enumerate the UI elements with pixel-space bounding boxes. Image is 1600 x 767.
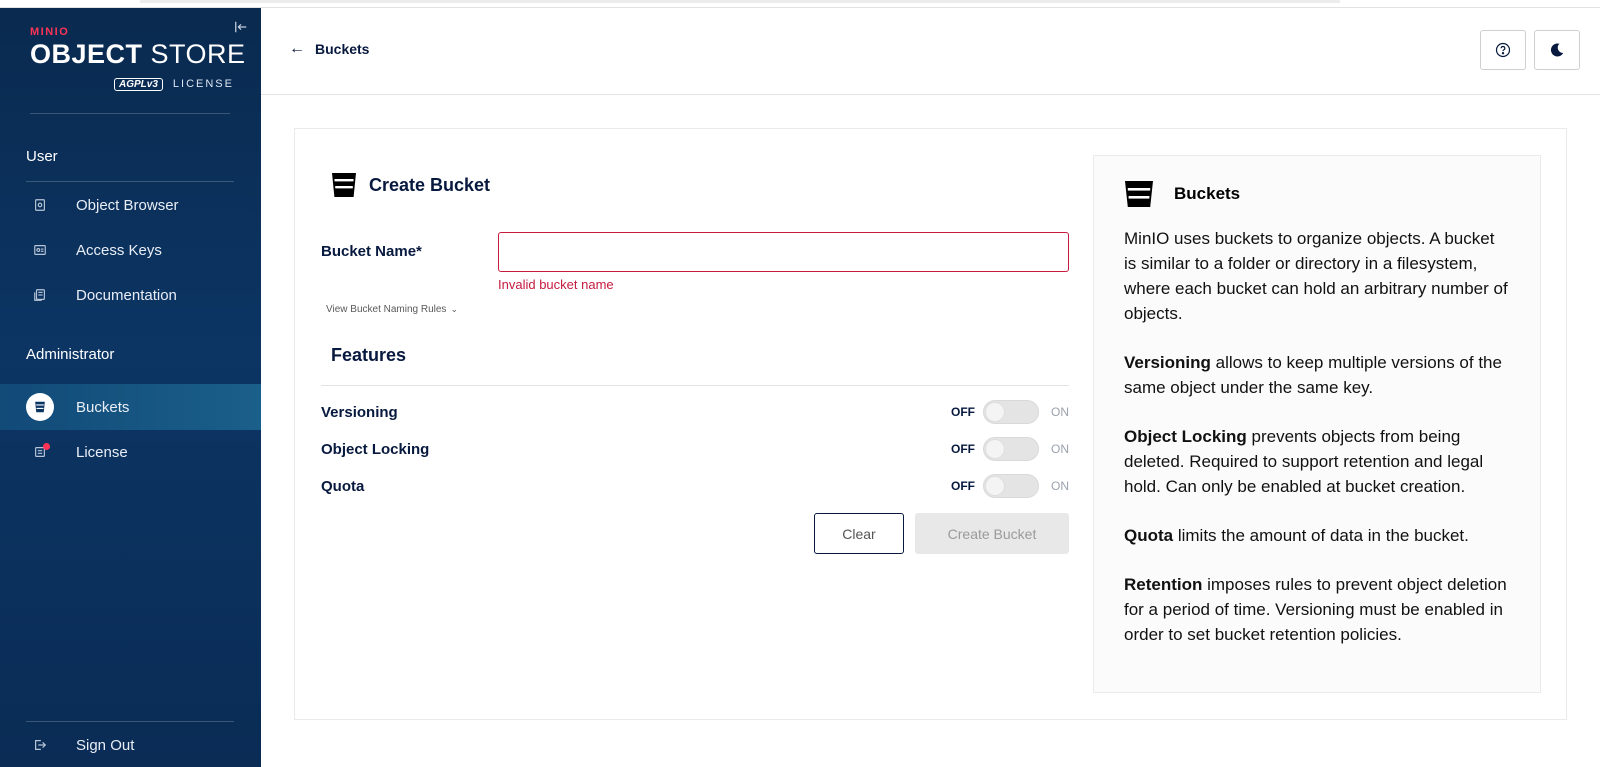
feature-name: Quota bbox=[321, 477, 365, 495]
dark-mode-button[interactable] bbox=[1534, 30, 1580, 70]
help-versioning: Versioning allows to keep multiple versi… bbox=[1124, 350, 1510, 400]
help-button[interactable] bbox=[1480, 30, 1526, 70]
documentation-icon bbox=[26, 281, 54, 309]
help-title: Buckets bbox=[1124, 176, 1510, 212]
sidebar-item-label: Object Browser bbox=[76, 196, 179, 214]
moon-icon bbox=[1550, 43, 1564, 57]
help-term: Quota bbox=[1124, 526, 1174, 545]
feature-row-object-locking: Object Locking OFF ON bbox=[321, 434, 1069, 464]
sidebar-item-documentation[interactable]: Documentation bbox=[0, 272, 261, 318]
notification-dot bbox=[43, 443, 50, 450]
help-term: Retention bbox=[1124, 575, 1203, 594]
sign-out-icon bbox=[26, 731, 54, 759]
toggle-track bbox=[983, 400, 1039, 424]
bucket-icon bbox=[1125, 181, 1153, 207]
quota-toggle[interactable]: OFF ON bbox=[951, 474, 1069, 498]
clear-button[interactable]: Clear bbox=[814, 513, 904, 554]
toggle-off-label: OFF bbox=[951, 442, 975, 456]
chevron-down-icon: ⌄ bbox=[450, 304, 458, 314]
bucket-name-label: Bucket Name* bbox=[321, 243, 422, 260]
browser-top-strip bbox=[0, 0, 1600, 8]
view-naming-rules-toggle[interactable]: View Bucket Naming Rules ⌄ bbox=[326, 304, 458, 315]
sidebar-item-label: Buckets bbox=[76, 398, 130, 416]
access-keys-icon bbox=[26, 236, 54, 264]
back-arrow-icon: ← bbox=[289, 40, 305, 57]
sidebar-section-user: User bbox=[26, 148, 58, 165]
toggle-on-label: ON bbox=[1051, 442, 1069, 456]
feature-row-quota: Quota OFF ON bbox=[321, 471, 1069, 501]
bucket-icon bbox=[332, 173, 356, 197]
help-intro: MinIO uses buckets to organize objects. … bbox=[1124, 229, 1508, 323]
toggle-knob bbox=[985, 402, 1005, 422]
object-browser-icon bbox=[26, 191, 54, 219]
toggle-track bbox=[983, 437, 1039, 461]
sidebar: MINIO OBJECT STORE AGPLv3 LICENSE User Ob… bbox=[0, 8, 261, 767]
help-title-text: Buckets bbox=[1174, 184, 1241, 203]
back-to-buckets-link[interactable]: ← Buckets bbox=[289, 40, 369, 58]
brand-store-light: STORE bbox=[142, 39, 246, 69]
toggle-knob bbox=[985, 439, 1005, 459]
help-text: limits the amount of data in the bucket. bbox=[1173, 526, 1469, 545]
toggle-knob bbox=[985, 476, 1005, 496]
bucket-name-input[interactable] bbox=[498, 232, 1069, 272]
help-term: Object Locking bbox=[1124, 427, 1247, 446]
sidebar-item-label: Access Keys bbox=[76, 241, 162, 259]
feature-name: Object Locking bbox=[321, 440, 430, 458]
help-quota: Quota limits the amount of data in the b… bbox=[1124, 523, 1510, 548]
object-locking-toggle[interactable]: OFF ON bbox=[951, 437, 1069, 461]
help-retention: Retention imposes rules to prevent objec… bbox=[1124, 572, 1510, 647]
naming-rules-label: View Bucket Naming Rules bbox=[326, 304, 447, 315]
help-icon bbox=[1495, 42, 1511, 58]
brand-store-bold: OBJECT bbox=[30, 39, 143, 69]
collapse-sidebar-icon[interactable] bbox=[234, 20, 250, 36]
brand-minio: MINIO bbox=[30, 26, 70, 38]
brand-object-store: OBJECT STORE bbox=[30, 39, 245, 69]
toggle-track bbox=[983, 474, 1039, 498]
sidebar-divider bbox=[30, 113, 230, 114]
toggle-on-label: ON bbox=[1051, 405, 1069, 419]
features-divider bbox=[321, 385, 1069, 386]
sidebar-item-label: Documentation bbox=[76, 286, 177, 304]
sidebar-item-buckets[interactable]: Buckets bbox=[0, 384, 261, 430]
create-bucket-button[interactable]: Create Bucket bbox=[915, 513, 1069, 554]
sidebar-item-license[interactable]: License bbox=[0, 429, 261, 475]
page-header: ← Buckets bbox=[261, 8, 1600, 95]
features-title: Features bbox=[331, 345, 407, 365]
bucket-name-error: Invalid bucket name bbox=[498, 277, 614, 292]
bucket-icon bbox=[26, 393, 54, 421]
sign-out-label: Sign Out bbox=[76, 736, 135, 754]
form-title-text: Create Bucket bbox=[369, 174, 491, 195]
sidebar-item-object-browser[interactable]: Object Browser bbox=[0, 182, 261, 228]
create-bucket-title: Create Bucket bbox=[331, 171, 490, 199]
toggle-off-label: OFF bbox=[951, 405, 975, 419]
toggle-off-label: OFF bbox=[951, 479, 975, 493]
help-term: Versioning bbox=[1124, 353, 1211, 372]
sign-out-button[interactable]: Sign Out bbox=[0, 722, 261, 767]
sidebar-item-label: License bbox=[76, 443, 128, 461]
license-icon bbox=[26, 438, 54, 466]
brand-logo: MINIO OBJECT STORE AGPLv3 LICENSE bbox=[30, 26, 245, 96]
feature-row-versioning: Versioning OFF ON bbox=[321, 397, 1069, 427]
top-strip-bar bbox=[140, 0, 1340, 3]
brand-license-line: AGPLv3 LICENSE bbox=[114, 78, 234, 91]
toggle-on-label: ON bbox=[1051, 479, 1069, 493]
brand-license: LICENSE bbox=[172, 78, 234, 90]
sidebar-item-access-keys[interactable]: Access Keys bbox=[0, 227, 261, 273]
help-object-locking: Object Locking prevents objects from bei… bbox=[1124, 424, 1510, 499]
agpl-badge: AGPLv3 bbox=[114, 78, 163, 91]
feature-name: Versioning bbox=[321, 403, 398, 421]
back-label: Buckets bbox=[315, 41, 370, 57]
create-bucket-panel: Create Bucket Bucket Name* Invalid bucke… bbox=[294, 128, 1567, 720]
versioning-toggle[interactable]: OFF ON bbox=[951, 400, 1069, 424]
sidebar-section-administrator: Administrator bbox=[26, 346, 115, 363]
help-box: Buckets MinIO uses buckets to organize o… bbox=[1093, 155, 1541, 693]
